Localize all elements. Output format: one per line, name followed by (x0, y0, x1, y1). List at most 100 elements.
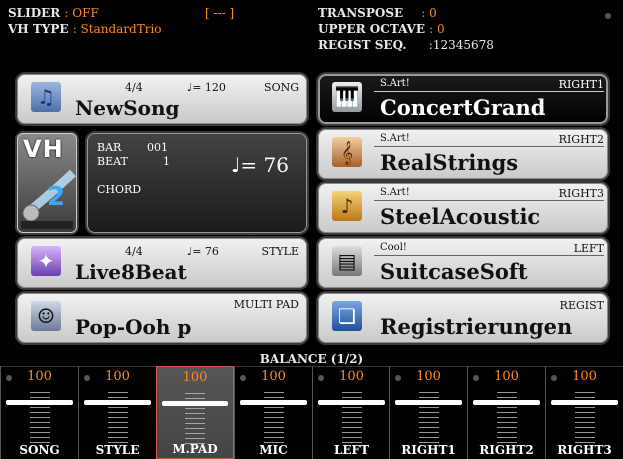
fader-knob[interactable] (162, 401, 228, 406)
chord-label: CHORD (97, 183, 142, 196)
part-left-name: SuitcaseSoft (380, 259, 528, 284)
piano-icon: 🎹 (332, 82, 362, 112)
song-tag: SONG (264, 81, 299, 94)
channel-mic-strip[interactable]: 100 MIC (234, 366, 312, 459)
violin-icon: 𝄞 (332, 137, 362, 167)
multipad-panel[interactable]: ☺ MULTI PAD Pop-Ooh p (17, 293, 307, 343)
style-tag: STYLE (261, 245, 299, 258)
part-right2-name: RealStrings (380, 150, 519, 175)
channel-mpad-strip[interactable]: 100 M.PAD (156, 366, 234, 459)
channel-label: STYLE (95, 443, 140, 457)
part-right1-name: ConcertGrand (380, 95, 546, 120)
channel-value: 100 (261, 369, 286, 384)
vh-type-label: VH TYPE (8, 22, 69, 36)
transport-panel[interactable]: BAR 001 BEAT 1 ♩= 76 CHORD (87, 133, 307, 233)
multipad-name: Pop-Ooh p (75, 315, 192, 339)
fader-knob[interactable] (84, 400, 151, 405)
channel-value: 100 (27, 369, 52, 384)
fader-knob[interactable] (6, 400, 73, 405)
channel-right2-strip[interactable]: 100 RIGHT2 (467, 366, 545, 459)
beat-value: 1 (163, 155, 170, 168)
part-left-sub: Cool! (380, 242, 407, 253)
part-divider (374, 200, 604, 201)
bar-value: 001 (147, 141, 168, 154)
channel-style-strip[interactable]: 100 STYLE (78, 366, 156, 459)
vocal-harmony-button[interactable]: VH 2 (17, 133, 77, 233)
upper-octave-label: UPPER OCTAVE (318, 22, 425, 36)
style-panel[interactable]: ✦ 4/4 ♩= 76 STYLE Live8Beat (17, 238, 307, 288)
transpose-value: : 0 (421, 6, 437, 20)
transpose-status[interactable]: TRANSPOSE : 0 (318, 6, 437, 20)
guitar-icon: ♪ (332, 191, 362, 221)
part-left-panel[interactable]: ▤ Cool! LEFT SuitcaseSoft (318, 238, 608, 288)
part-right3-sub: S.Art! (380, 187, 410, 198)
registration-tag: REGIST (559, 299, 604, 312)
registration-panel[interactable]: ❏ REGIST Registrierungen (318, 293, 608, 343)
regist-seq-label: REGIST SEQ. (318, 38, 407, 52)
svg-text:2: 2 (47, 182, 65, 212)
part-right2-tag: RIGHT2 (558, 133, 604, 146)
part-right1-panel[interactable]: 🎹 S.Art! RIGHT1 ConcertGrand (318, 74, 608, 124)
part-divider (374, 146, 604, 147)
channel-right1-strip[interactable]: 100 RIGHT1 (389, 366, 467, 459)
regist-seq-status[interactable]: REGIST SEQ. :12345678 (318, 38, 494, 52)
beat-label: BEAT (97, 155, 128, 168)
channel-label: LEFT (333, 443, 370, 457)
part-right3-panel[interactable]: ♪ S.Art! RIGHT3 SteelAcoustic (318, 183, 608, 233)
upper-octave-status[interactable]: UPPER OCTAVE : 0 (318, 22, 445, 36)
vh-type-value: : StandardTrio (72, 22, 162, 36)
fader-knob[interactable] (318, 400, 385, 405)
style-name: Live8Beat (75, 260, 187, 284)
part-right3-name: SteelAcoustic (380, 204, 541, 229)
channel-label: MIC (259, 443, 288, 457)
part-right1-sub: S.Art! (380, 78, 410, 89)
concert-icon: ✦ (31, 246, 61, 276)
slider-status[interactable]: SLIDER : OFF (8, 6, 99, 20)
upper-octave-value: : 0 (429, 22, 445, 36)
slider-assign-status: [ --- ] (205, 6, 234, 20)
song-name: NewSong (75, 96, 180, 120)
style-tempo: ♩= 76 (187, 245, 219, 258)
singer-icon: ☺ (31, 301, 61, 331)
fader-knob[interactable] (473, 400, 540, 405)
channel-value: 100 (105, 369, 130, 384)
song-tempo: ♩= 120 (187, 81, 226, 94)
transpose-label: TRANSPOSE (318, 6, 404, 20)
music-note-icon: ♫ (31, 82, 61, 112)
channel-value: 100 (572, 369, 597, 384)
balance-title: BALANCE (1/2) (259, 352, 364, 366)
style-time-signature: 4/4 (125, 245, 143, 258)
channel-value: 100 (416, 369, 441, 384)
song-time-signature: 4/4 (125, 81, 143, 94)
channel-left-strip[interactable]: 100 LEFT (312, 366, 390, 459)
part-right2-sub: S.Art! (380, 133, 410, 144)
fader-knob[interactable] (395, 400, 462, 405)
slider-assign-value: [ --- ] (205, 6, 235, 20)
slider-label: SLIDER (8, 6, 61, 20)
status-indicator-icon (605, 13, 611, 19)
fader-knob[interactable] (240, 400, 307, 405)
slider-value: : OFF (64, 6, 99, 20)
song-panel[interactable]: ♫ 4/4 ♩= 120 SONG NewSong (17, 74, 307, 124)
registration-icon: ❏ (332, 301, 362, 331)
registration-name: Registrierungen (380, 314, 573, 339)
status-header: SLIDER : OFF [ --- ] VH TYPE : StandardT… (0, 0, 623, 72)
channel-label: RIGHT2 (479, 443, 534, 457)
part-divider (374, 255, 604, 256)
part-right3-tag: RIGHT3 (558, 187, 604, 200)
transport-tempo: ♩= 76 (231, 153, 289, 177)
part-right1-tag: RIGHT1 (558, 78, 604, 91)
channel-label: RIGHT3 (557, 443, 612, 457)
bar-label: BAR (97, 141, 122, 154)
channel-right3-strip[interactable]: 100 RIGHT3 (545, 366, 623, 459)
part-right2-panel[interactable]: 𝄞 S.Art! RIGHT2 RealStrings (318, 129, 608, 179)
part-left-tag: LEFT (573, 242, 604, 255)
part-divider (374, 91, 604, 92)
vh-type-status[interactable]: VH TYPE : StandardTrio (8, 22, 162, 36)
channel-value: 100 (339, 369, 364, 384)
fader-knob[interactable] (551, 400, 618, 405)
channel-label: M.PAD (172, 442, 218, 456)
microphone-icon: 2 (21, 169, 77, 229)
channel-song-strip[interactable]: 100 SONG (0, 366, 78, 459)
channel-value: 100 (182, 370, 208, 385)
